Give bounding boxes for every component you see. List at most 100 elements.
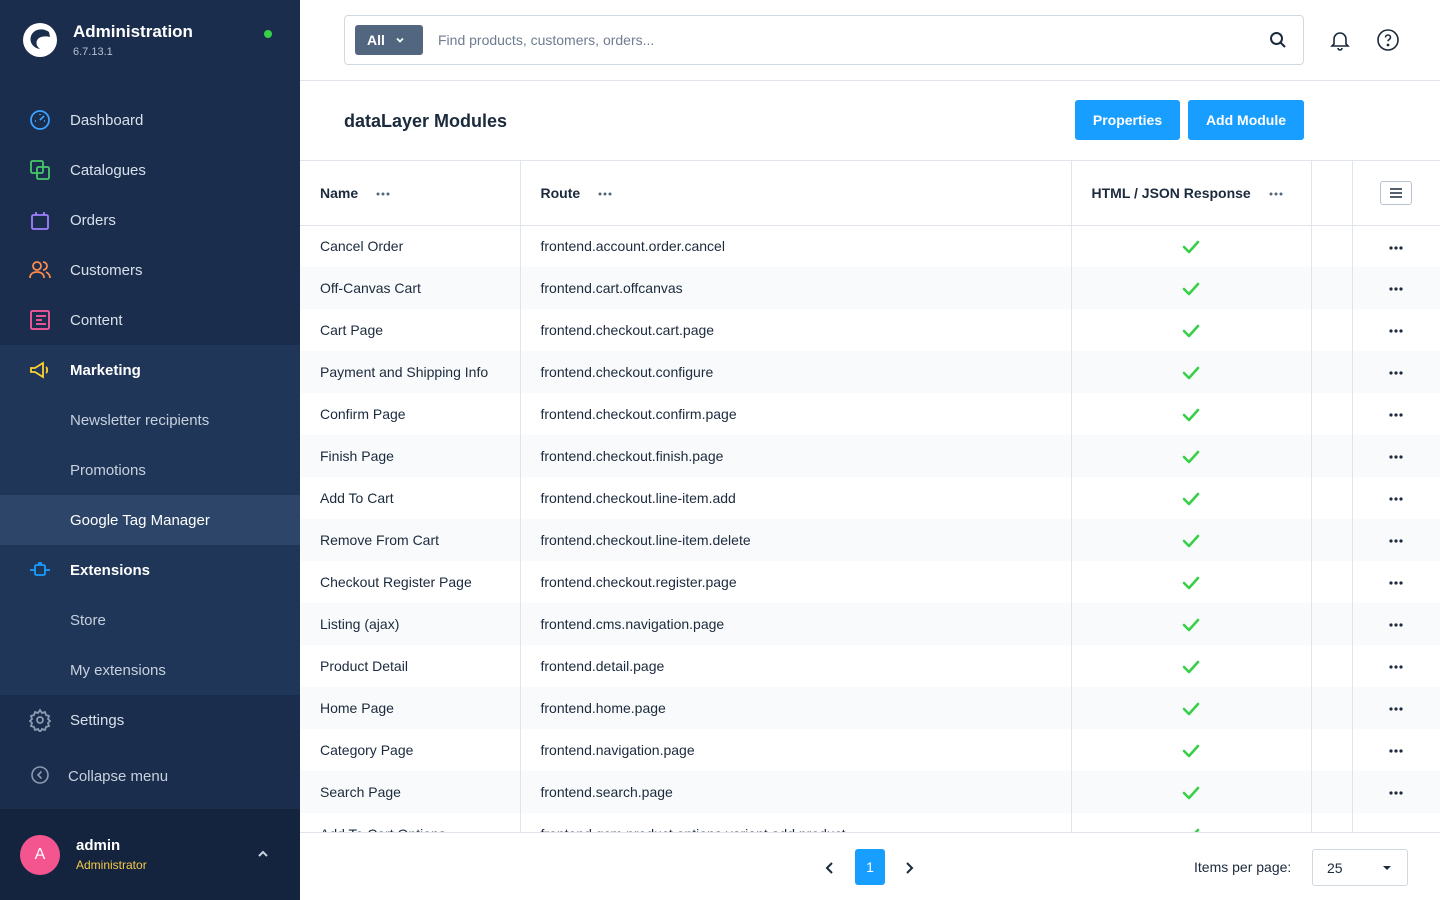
table-row[interactable]: Add To Cart frontend.checkout.line-item.a… — [300, 477, 1440, 519]
table-row[interactable]: Cancel Order frontend.account.order.cance… — [300, 225, 1440, 267]
chevron-right-icon[interactable] — [902, 861, 916, 875]
cell-spacer — [1311, 645, 1353, 687]
more-horizontal-icon[interactable] — [1389, 665, 1403, 669]
chevron-up-icon[interactable] — [256, 847, 270, 861]
table-row[interactable]: Add To Cart Optionsfrontend.gcm.product.… — [300, 813, 1440, 832]
sidebar-item-label: Settings — [70, 711, 125, 729]
properties-button[interactable]: Properties — [1075, 100, 1180, 140]
gear-icon — [28, 708, 52, 732]
cell-response — [1071, 687, 1312, 729]
more-horizontal-icon[interactable] — [376, 192, 390, 196]
cell-name: Off-Canvas Cart — [300, 267, 521, 309]
column-header-route[interactable]: Route — [520, 161, 1072, 226]
add-module-button[interactable]: Add Module — [1188, 100, 1304, 140]
table-row[interactable]: Cart Page frontend.checkout.cart.page — [300, 309, 1440, 351]
cell-response — [1071, 477, 1312, 519]
more-horizontal-icon[interactable] — [1389, 749, 1403, 753]
bell-icon[interactable] — [1328, 28, 1352, 52]
cell-response — [1071, 351, 1312, 393]
app-version: 6.7.13.1 — [73, 46, 113, 58]
sidebar-item-content[interactable]: Content — [0, 295, 300, 345]
sidebar-item-marketing[interactable]: Marketing — [0, 345, 300, 395]
cell-name: Add To Cart — [300, 477, 521, 519]
more-horizontal-icon[interactable] — [1389, 707, 1403, 711]
sidebar-item-label: My extensions — [70, 661, 166, 679]
more-horizontal-icon[interactable] — [1389, 413, 1403, 417]
more-horizontal-icon[interactable] — [1389, 539, 1403, 543]
column-settings-button[interactable] — [1380, 180, 1413, 205]
sidebar-item-extensions[interactable]: Extensions — [0, 545, 300, 595]
items-per-page-select[interactable]: 25 — [1312, 849, 1408, 886]
table-row[interactable]: Off-Canvas Cart frontend.cart.offcanvas — [300, 267, 1440, 309]
chevron-left-icon[interactable] — [823, 861, 837, 875]
sidebar-item-dashboard[interactable]: Dashboard — [0, 95, 300, 145]
search-icon[interactable] — [1269, 31, 1287, 49]
table-row[interactable]: Search Page frontend.search.page — [300, 771, 1440, 813]
table-row[interactable]: Checkout Register Page frontend.checkout.… — [300, 561, 1440, 603]
search-type-select[interactable]: All — [355, 25, 423, 55]
table-row[interactable]: Home Page frontend.home.page — [300, 687, 1440, 729]
megaphone-icon — [30, 361, 49, 379]
sidebar-item-google-tag-manager[interactable]: Google Tag Manager — [0, 495, 300, 545]
cell-route: frontend.cart.offcanvas — [520, 267, 1072, 309]
table-row[interactable]: Category Page frontend.navigation.page — [300, 729, 1440, 771]
more-horizontal-icon[interactable] — [1389, 287, 1403, 291]
table-row[interactable]: Payment and Shipping Info frontend.checko… — [300, 351, 1440, 393]
sidebar-item-orders[interactable]: Orders — [0, 195, 300, 245]
sidebar-item-my-extensions[interactable]: My extensions — [0, 645, 300, 695]
collapse-menu-button[interactable]: Collapse menu — [0, 745, 300, 807]
more-horizontal-icon[interactable] — [1389, 455, 1403, 459]
check-icon — [1182, 660, 1200, 674]
cell-route: frontend.detail.page — [520, 645, 1072, 687]
table-row[interactable]: Finish Page frontend.checkout.finish.page — [300, 435, 1440, 477]
more-horizontal-icon[interactable] — [1269, 192, 1283, 196]
column-header-name[interactable]: Name — [300, 161, 521, 226]
sidebar-item-label: Customers — [70, 261, 143, 279]
more-horizontal-icon[interactable] — [1389, 623, 1403, 627]
column-header-actions — [1352, 161, 1440, 226]
cell-spacer — [1311, 309, 1353, 351]
sidebar-item-store[interactable]: Store — [0, 595, 300, 645]
cell-actions — [1352, 477, 1440, 519]
more-horizontal-icon[interactable] — [1389, 581, 1403, 585]
sidebar-item-catalogues[interactable]: Catalogues — [0, 145, 300, 195]
items-per-page-label: Items per page: — [1194, 859, 1292, 875]
sidebar-item-settings[interactable]: Settings — [0, 695, 300, 745]
cell-name: Add To Cart Options — [300, 813, 521, 832]
column-header-response[interactable]: HTML / JSON Response — [1071, 161, 1312, 226]
search-type-label: All — [367, 32, 385, 48]
more-horizontal-icon[interactable] — [1389, 791, 1403, 795]
table-row[interactable]: Listing (ajax) frontend.cms.navigation.pa… — [300, 603, 1440, 645]
cell-response — [1071, 645, 1312, 687]
sidebar-item-customers[interactable]: Customers — [0, 245, 300, 295]
check-icon — [1182, 408, 1200, 422]
user-menu[interactable]: A admin Administrator — [0, 809, 300, 900]
more-horizontal-icon[interactable] — [598, 192, 612, 196]
cell-actions — [1352, 645, 1440, 687]
table-row[interactable]: Remove From Cart frontend.checkout.line-i… — [300, 519, 1440, 561]
help-icon[interactable] — [1376, 28, 1400, 52]
more-horizontal-icon[interactable] — [1389, 497, 1403, 501]
table-row[interactable]: Product Detail frontend.detail.page — [300, 645, 1440, 687]
table-row[interactable]: Confirm Page frontend.checkout.confirm.pa… — [300, 393, 1440, 435]
check-icon — [1182, 744, 1200, 758]
cell-actions — [1352, 435, 1440, 477]
cell-response — [1071, 603, 1312, 645]
search-input[interactable] — [438, 32, 1248, 48]
cell-response — [1071, 813, 1312, 832]
cell-response — [1071, 561, 1312, 603]
check-icon — [1182, 366, 1200, 380]
cell-route: frontend.account.order.cancel — [520, 225, 1072, 267]
more-horizontal-icon[interactable] — [1389, 329, 1403, 333]
more-horizontal-icon[interactable] — [1389, 371, 1403, 375]
pagination-page-current[interactable]: 1 — [855, 849, 885, 885]
cell-route: frontend.home.page — [520, 687, 1072, 729]
sidebar-item-promotions[interactable]: Promotions — [0, 445, 300, 495]
cell-actions — [1352, 225, 1440, 267]
plug-icon — [30, 562, 50, 576]
sidebar-item-newsletter-recipients[interactable]: Newsletter recipients — [0, 395, 300, 445]
avatar: A — [20, 834, 60, 875]
sidebar-item-label: Orders — [70, 211, 116, 229]
more-horizontal-icon[interactable] — [1389, 245, 1403, 250]
cell-spacer — [1311, 729, 1353, 771]
